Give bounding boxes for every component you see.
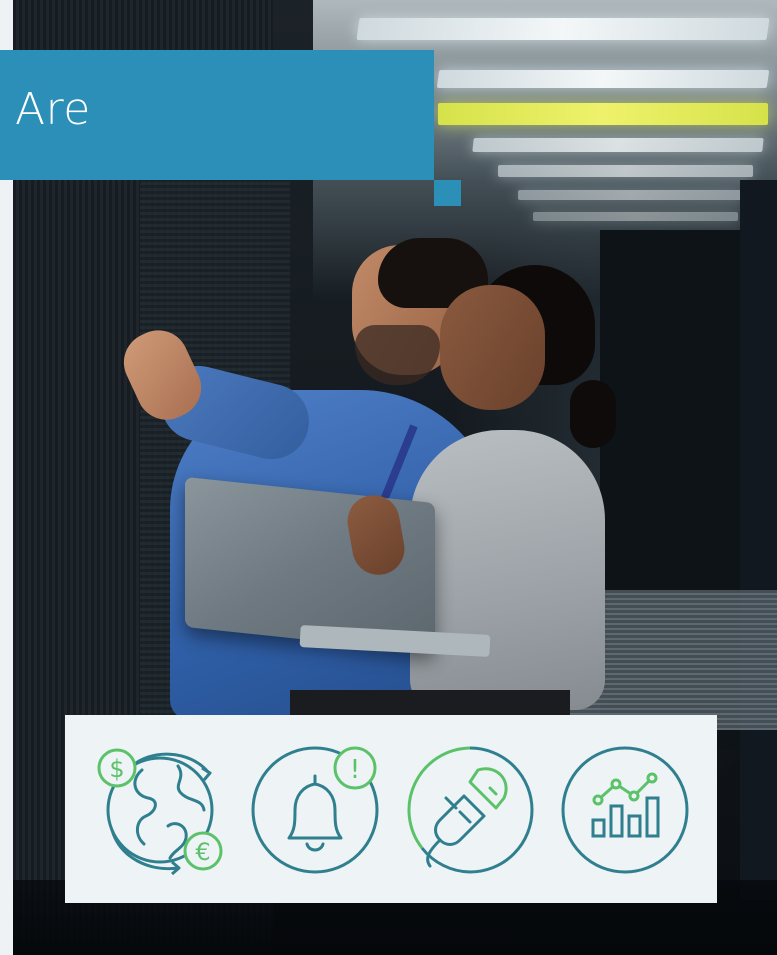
ceiling-light xyxy=(356,18,770,40)
ceiling-light xyxy=(438,103,768,125)
ceiling-light xyxy=(518,190,743,200)
dollar-symbol: $ xyxy=(109,755,124,783)
woman-head xyxy=(440,285,545,410)
bell-alert-icon: ! xyxy=(251,746,379,874)
power-plug-icon xyxy=(407,746,534,874)
page: Are $ € ! xyxy=(0,0,777,955)
ceiling-light xyxy=(498,165,753,177)
page-title: Are xyxy=(15,84,91,135)
server-rack-far-right xyxy=(740,180,777,900)
banner-accent xyxy=(434,180,461,206)
ceiling-light xyxy=(472,138,764,152)
woman-hair-bun xyxy=(570,380,616,448)
woman-shirt xyxy=(410,430,605,710)
alert-symbol: ! xyxy=(350,755,360,785)
ceiling-light xyxy=(533,212,738,221)
globe-currency-icon: $ € xyxy=(97,748,223,876)
bar-chart-trend-icon xyxy=(561,746,689,874)
euro-symbol: € xyxy=(195,838,210,866)
ceiling-light xyxy=(436,70,770,88)
